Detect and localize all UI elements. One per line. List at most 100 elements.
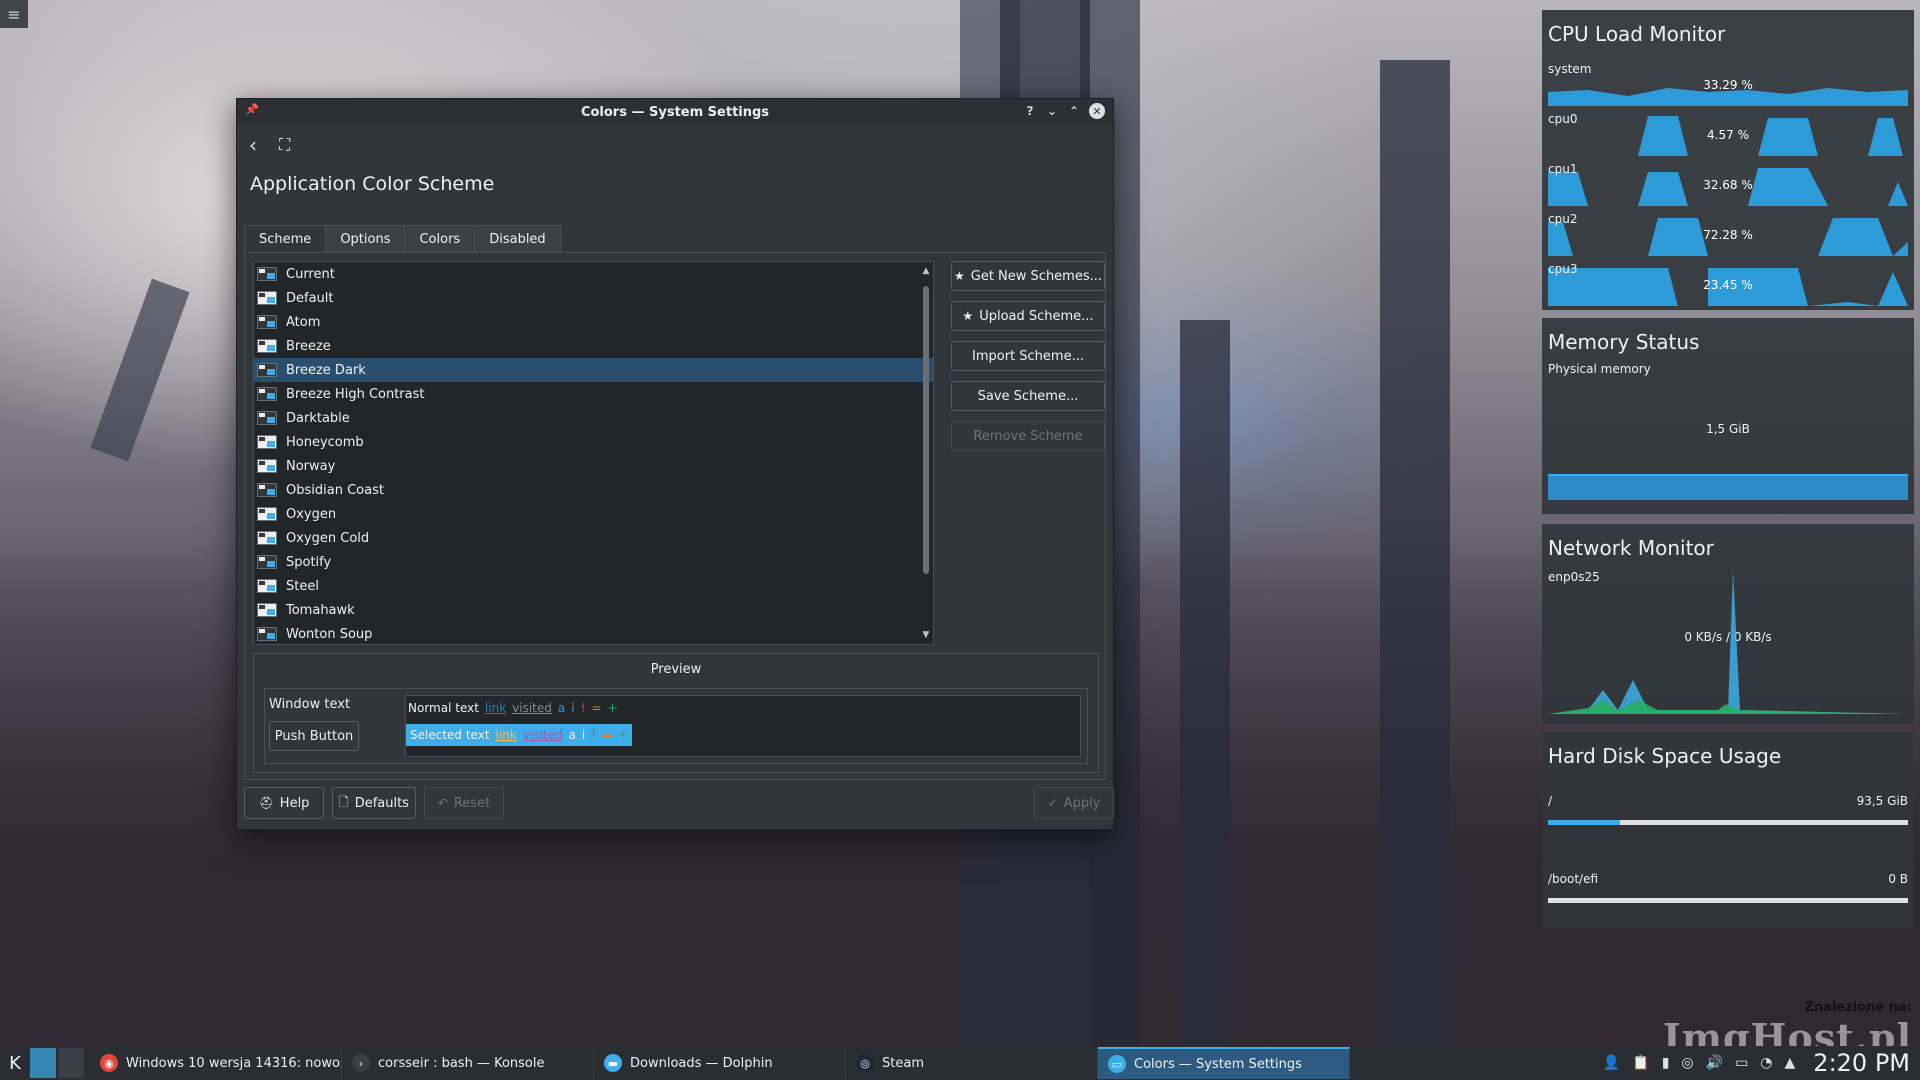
scheme-item[interactable]: Wonton Soup — [254, 622, 933, 644]
tab-options[interactable]: Options — [326, 225, 406, 253]
memory-widget[interactable]: Memory Status Physical memory 1,5 GiB — [1542, 318, 1914, 514]
tab-disabled[interactable]: Disabled — [475, 225, 561, 253]
back-icon[interactable]: ‹ — [249, 133, 257, 157]
window-toolbar: ‹ ⛶ — [237, 125, 1113, 165]
network-tray-icon[interactable]: ◔ — [1760, 1055, 1772, 1071]
scheme-swatch-icon — [257, 339, 277, 353]
scheme-item-label: Oxygen Cold — [286, 530, 370, 546]
selected-negative-text: ! — [591, 728, 597, 742]
minimize-icon[interactable]: ⌄ — [1045, 102, 1059, 120]
help-icon[interactable]: ? — [1023, 102, 1037, 120]
scheme-item-label: Honeycomb — [286, 434, 364, 450]
tab-bar: Scheme Options Colors Disabled — [244, 225, 561, 253]
scheme-swatch-icon — [257, 267, 277, 281]
battery-icon[interactable]: ▮ — [1662, 1055, 1670, 1071]
remove-scheme-button[interactable]: Remove Scheme — [951, 421, 1105, 451]
scroll-down-icon[interactable]: ▼ — [921, 630, 931, 640]
tab-scheme[interactable]: Scheme — [244, 225, 327, 253]
chrome-icon: ◉ — [100, 1054, 118, 1072]
cpu-row-label: cpu2 — [1548, 212, 1578, 226]
cpu-row-label: cpu1 — [1548, 162, 1578, 176]
cpu-row-value: 32.68 % — [1703, 178, 1753, 192]
scheme-item[interactable]: Breeze High Contrast — [254, 382, 933, 406]
scheme-swatch-icon — [257, 387, 277, 401]
import-scheme-button[interactable]: Import Scheme... — [951, 341, 1105, 371]
normal-text: Normal text — [408, 701, 479, 715]
task-item[interactable]: ▭ Colors — System Settings — [1098, 1047, 1350, 1079]
scheme-item[interactable]: Current — [254, 262, 933, 286]
scheme-item[interactable]: Default — [254, 286, 933, 310]
scheme-item-label: Steel — [286, 578, 319, 594]
scheme-item[interactable]: Norway — [254, 454, 933, 478]
clock[interactable]: 2:20 PM — [1813, 1049, 1910, 1077]
cpu-row-cpu3: cpu3 23.45 % — [1548, 262, 1908, 306]
desktop-menu-icon[interactable]: ≡ — [0, 0, 28, 28]
tab-colors[interactable]: Colors — [405, 225, 476, 253]
overview-icon[interactable]: ⛶ — [279, 135, 290, 155]
scheme-item[interactable]: Darktable — [254, 406, 933, 430]
volume-icon[interactable]: 🔊 — [1706, 1055, 1723, 1071]
help-icon: ⛑ — [258, 796, 274, 810]
task-label: Steam — [882, 1055, 924, 1071]
pager-desktop-1[interactable] — [30, 1048, 56, 1078]
network-widget[interactable]: Network Monitor enp0s25 0 KB/s / 0 KB/s — [1542, 524, 1914, 724]
reset-button[interactable]: ↶ Reset — [424, 787, 504, 819]
link-text: link — [484, 701, 507, 715]
scheme-swatch-icon — [257, 483, 277, 497]
preview-push-button[interactable]: Push Button — [269, 721, 359, 751]
scrollbar-thumb[interactable] — [923, 286, 929, 574]
steam-tray-icon[interactable]: ◎ — [1681, 1055, 1693, 1071]
scheme-item[interactable]: Breeze — [254, 334, 933, 358]
cpu-load-widget[interactable]: CPU Load Monitor system 33.29 % cpu0 4.57 %… — [1542, 10, 1914, 310]
maximize-icon[interactable]: ⌃ — [1067, 102, 1081, 120]
disk-mount-label: / — [1548, 794, 1553, 808]
scheme-item[interactable]: Obsidian Coast — [254, 478, 933, 502]
selected-text: Selected text — [410, 728, 490, 742]
task-item[interactable]: ◎ Steam — [846, 1047, 1098, 1079]
scheme-list[interactable]: Current Default Atom Breeze Breeze Dark Breez… — [253, 261, 934, 645]
clipboard-icon[interactable]: 📋 — [1632, 1055, 1649, 1071]
disk-widget[interactable]: Hard Disk Space Usage / 93,5 GiB/boot/efi… — [1542, 732, 1914, 928]
cpu-row-value: 23.45 % — [1703, 278, 1753, 292]
scheme-item[interactable]: Honeycomb — [254, 430, 933, 454]
task-item[interactable]: › corsseir : bash — Konsole — [342, 1047, 594, 1079]
scheme-swatch-icon — [257, 555, 277, 569]
display-icon[interactable]: ▭ — [1735, 1055, 1748, 1071]
scheme-swatch-icon — [257, 291, 277, 305]
scheme-item[interactable]: Steel — [254, 574, 933, 598]
selected-visited-text: visited — [522, 728, 563, 742]
task-item[interactable]: ▬ Downloads — Dolphin — [594, 1047, 846, 1079]
scheme-item-label: Wonton Soup — [286, 626, 373, 642]
user-icon[interactable]: 👤 — [1603, 1055, 1620, 1071]
scheme-item-label: Breeze — [286, 338, 331, 354]
tray-expand-icon[interactable]: ▲ — [1785, 1055, 1796, 1071]
kde-launcher-icon[interactable]: K — [0, 1046, 30, 1080]
scheme-item-label: Norway — [286, 458, 336, 474]
disk-size-value: 0 B — [1888, 872, 1908, 886]
save-scheme-button[interactable]: Save Scheme... — [951, 381, 1105, 411]
pager[interactable] — [30, 1048, 84, 1078]
dialog-button-bar: ⛑ Help 🗋 Defaults ↶ Reset ✓ Apply — [244, 787, 1114, 821]
pager-desktop-2[interactable] — [58, 1048, 84, 1078]
scheme-item[interactable]: Oxygen Cold — [254, 526, 933, 550]
scheme-list-scrollbar[interactable]: ▲ ▼ — [921, 266, 931, 640]
task-item[interactable]: ◉ Windows 10 wersja 14316: nowości — [90, 1047, 342, 1079]
scheme-item[interactable]: Spotify — [254, 550, 933, 574]
cpu-row-cpu1: cpu1 32.68 % — [1548, 162, 1908, 206]
scheme-item[interactable]: Tomahawk — [254, 598, 933, 622]
scheme-item[interactable]: Atom — [254, 310, 933, 334]
help-button[interactable]: ⛑ Help — [244, 787, 324, 819]
close-icon[interactable]: ✕ — [1089, 103, 1105, 119]
scheme-item[interactable]: Breeze Dark — [254, 358, 933, 382]
scroll-up-icon[interactable]: ▲ — [921, 266, 931, 276]
scheme-item[interactable]: Oxygen — [254, 502, 933, 526]
pin-icon[interactable]: 📌 — [245, 103, 259, 116]
apply-button[interactable]: ✓ Apply — [1034, 787, 1114, 819]
get-new-schemes-button[interactable]: ★ Get New Schemes... — [951, 261, 1105, 291]
scheme-item-label: Spotify — [286, 554, 332, 570]
wallpaper-ship — [90, 278, 190, 462]
defaults-button[interactable]: 🗋 Defaults — [332, 787, 416, 819]
window-titlebar[interactable]: 📌 Colors — System Settings ? ⌄ ⌃ ✕ — [237, 99, 1113, 125]
preview-area: Window text Push Button Normal text link… — [264, 688, 1088, 764]
upload-scheme-button[interactable]: ★ Upload Scheme... — [951, 301, 1105, 331]
